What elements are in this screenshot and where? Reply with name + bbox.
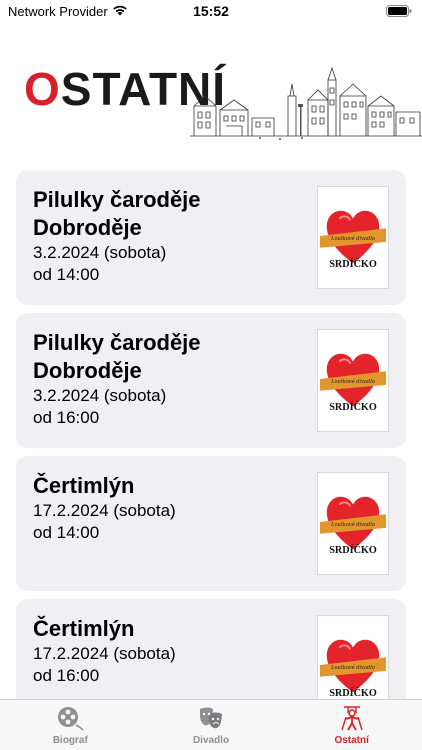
event-title: Pilulky čaroděje Dobroděje [33, 330, 201, 383]
event-poster: Loutkové divadlo SRDÍČKO [317, 329, 389, 432]
event-card[interactable]: Čertimlýn 17.2.2024 (sobota) od 14:00 Lo… [16, 456, 406, 591]
event-time: od 14:00 [33, 523, 100, 542]
event-card[interactable]: Pilulky čaroděje Dobroděje 3.2.2024 (sob… [16, 170, 406, 305]
event-poster: Loutkové divadlo SRDÍČKO [317, 472, 389, 575]
event-date: 17.2.2024 (sobota) [33, 644, 176, 663]
tab-label: Divadlo [192, 735, 230, 746]
poster-title-text: SRDÍČKO [329, 543, 377, 556]
tab-bar: Biograf Divadlo Ostatní [0, 699, 422, 750]
tab-label: Ostatní [334, 735, 369, 746]
event-title: Čertimlýn [33, 473, 135, 498]
event-time: od 16:00 [33, 666, 100, 685]
town-square-illustration [190, 66, 422, 140]
event-title: Čertimlýn [33, 616, 135, 641]
poster-ribbon-text: Loutkové divadlo [330, 664, 375, 671]
event-time: od 16:00 [33, 408, 100, 427]
puppet-icon [341, 706, 363, 731]
event-time: od 14:00 [33, 265, 100, 284]
event-poster: Loutkové divadlo SRDÍČKO [317, 186, 389, 289]
event-date: 3.2.2024 (sobota) [33, 386, 167, 405]
tab-biograf[interactable]: Biograf [0, 700, 141, 750]
tab-ostatni[interactable]: Ostatní [281, 700, 422, 750]
poster-title-text: SRDÍČKO [329, 400, 377, 413]
poster-title-text: SRDÍČKO [329, 257, 377, 270]
tab-label: Biograf [52, 735, 88, 746]
film-reel-icon [58, 707, 84, 731]
poster-ribbon-text: Loutkové divadlo [330, 235, 375, 242]
event-date: 17.2.2024 (sobota) [33, 501, 176, 520]
tab-divadlo[interactable]: Divadlo [141, 700, 282, 750]
theater-masks-icon [200, 707, 222, 729]
clock: 15:52 [193, 3, 229, 19]
page-title-initial: O [24, 63, 61, 115]
poster-ribbon-text: Loutkové divadlo [330, 521, 375, 528]
event-card[interactable]: Pilulky čaroděje Dobroděje 3.2.2024 (sob… [16, 313, 406, 448]
battery-icon [386, 5, 412, 17]
poster-title-text: SRDÍČKO [329, 686, 377, 699]
status-bar: Network Provider 15:52 [0, 0, 422, 24]
event-date: 3.2.2024 (sobota) [33, 243, 167, 262]
event-list: Pilulky čaroděje Dobroděje 3.2.2024 (sob… [16, 170, 406, 742]
event-title: Pilulky čaroděje Dobroděje [33, 187, 201, 240]
poster-ribbon-text: Loutkové divadlo [330, 378, 375, 385]
page-header: OSTATNÍ [0, 56, 422, 140]
